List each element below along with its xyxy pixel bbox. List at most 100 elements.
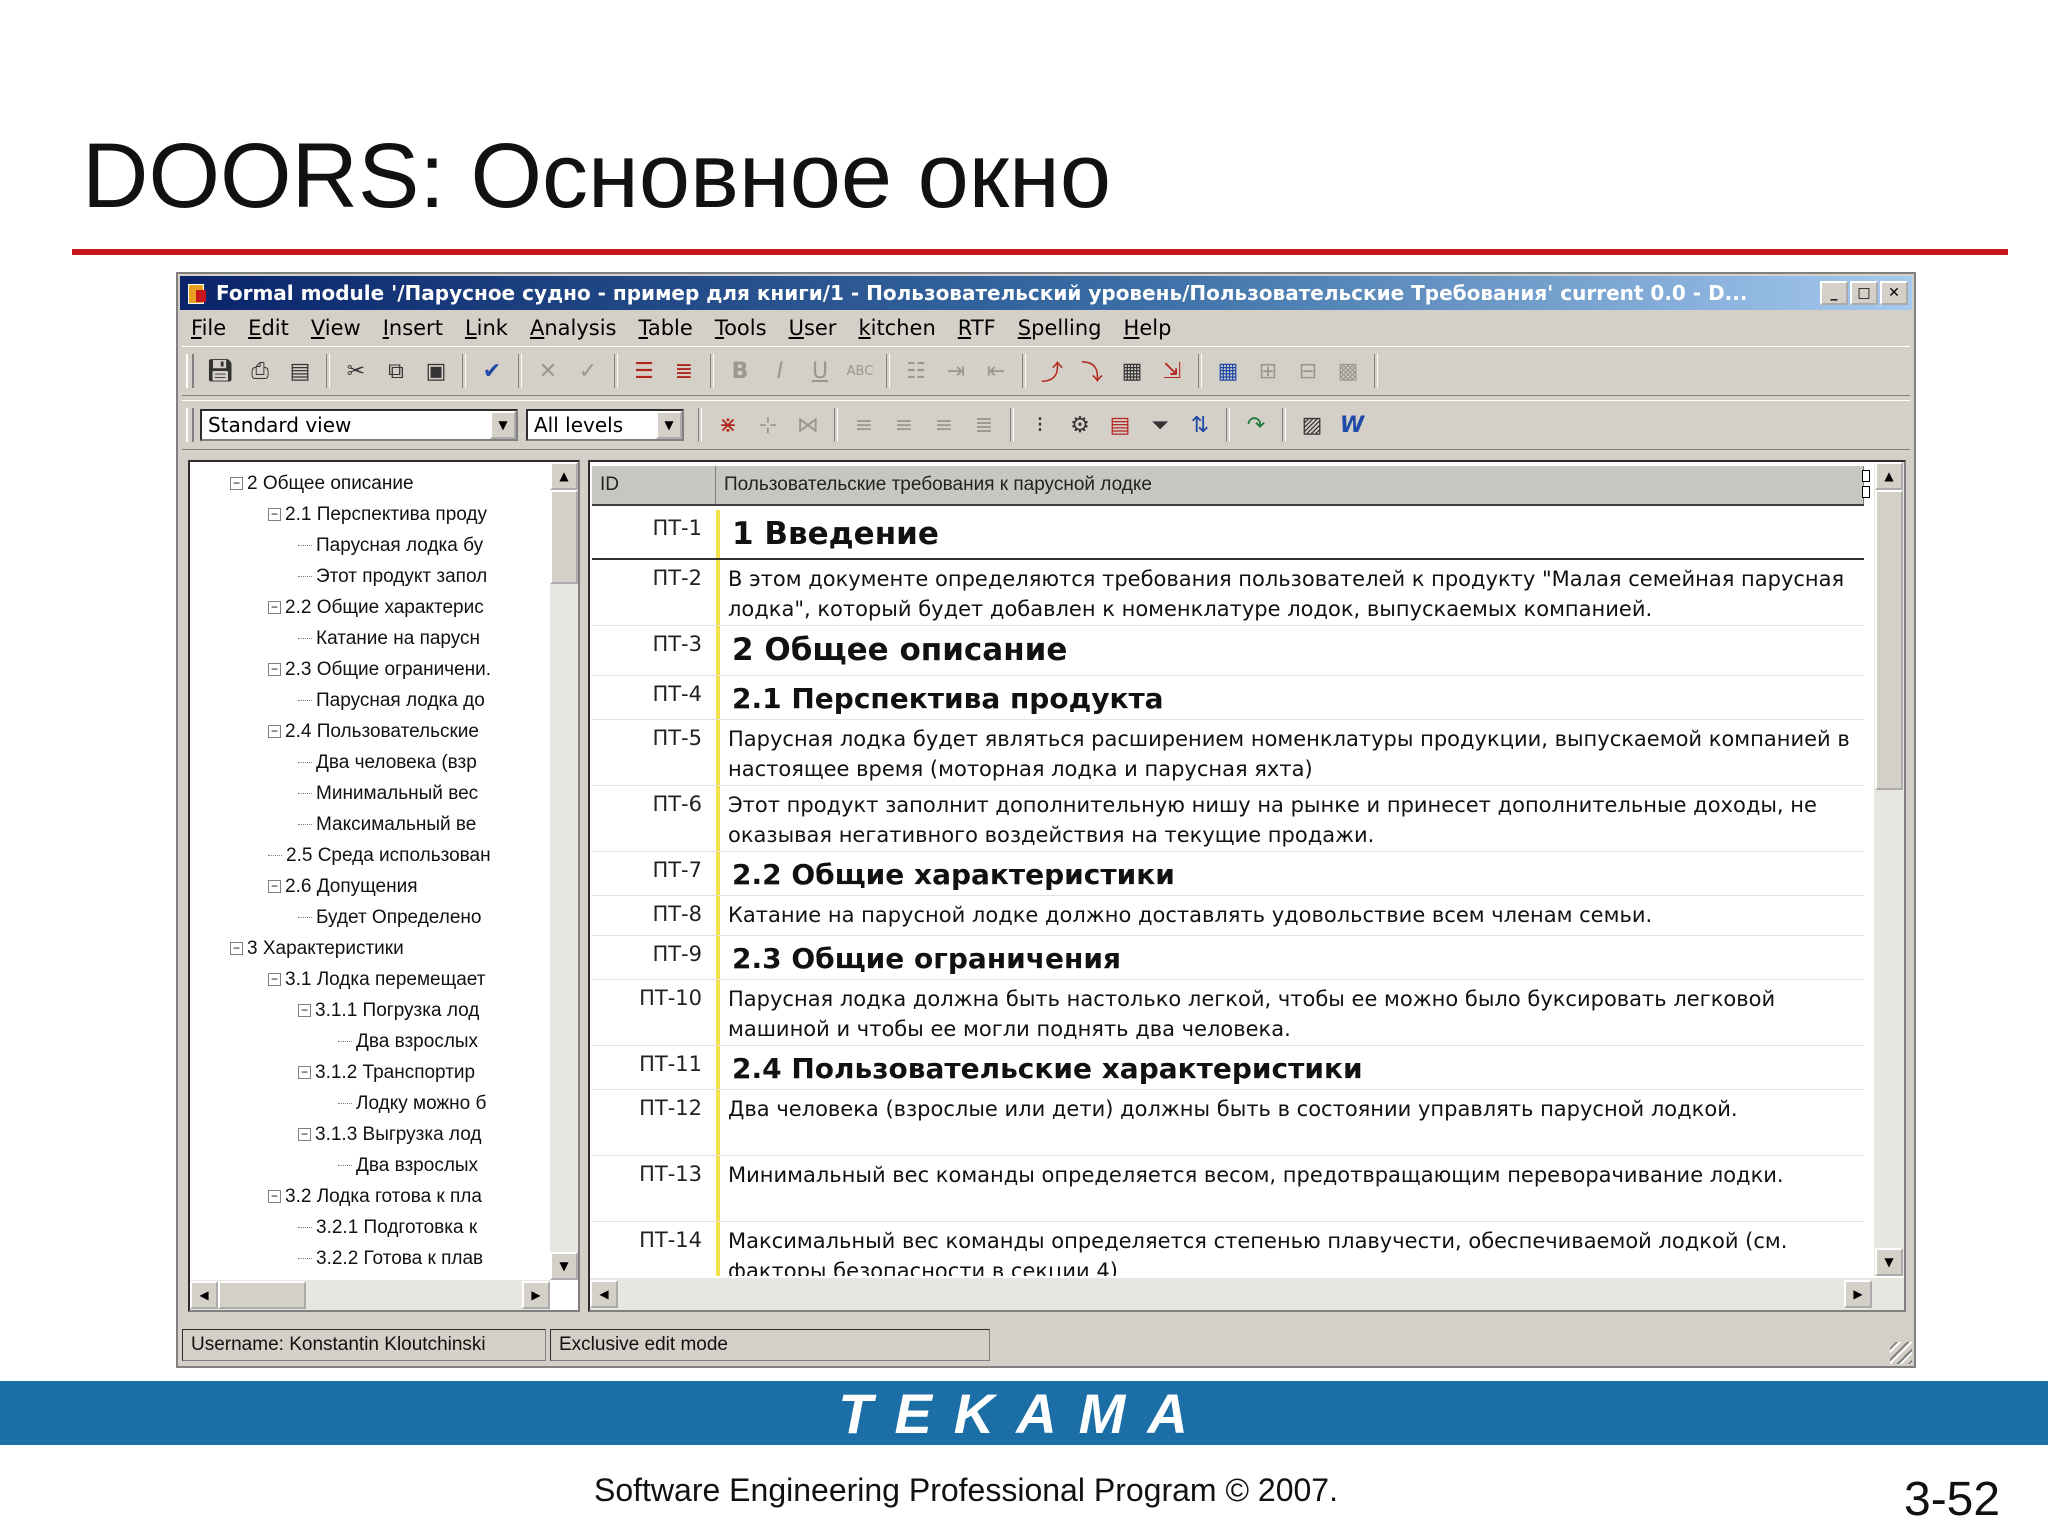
chevron-down-icon[interactable]: ▼ — [656, 411, 682, 439]
align-left-icon[interactable]: ≡ — [847, 408, 881, 442]
requirement-heading[interactable]: 1 Введение — [716, 510, 1864, 558]
tree-item[interactable]: Два взрослых — [338, 1150, 478, 1181]
tree-item[interactable]: −3 Характеристики — [230, 933, 404, 964]
print-icon[interactable]: ⎙ — [243, 354, 277, 388]
tree-item[interactable]: −2.4 Пользовательские — [268, 716, 479, 747]
tree-item[interactable]: Лодку можно б — [338, 1088, 486, 1119]
module-explorer-tree[interactable]: −2 Общее описание −2.1 Перспектива проду П… — [188, 460, 580, 1312]
insert-below-icon[interactable]: ≣ — [667, 354, 701, 388]
spellcheck-icon[interactable]: ✔ — [475, 354, 509, 388]
scroll-right-icon[interactable]: ▶ — [522, 1281, 550, 1309]
show-links-icon[interactable]: ⊹ — [751, 408, 785, 442]
tree-collapse-icon[interactable]: − — [268, 663, 281, 676]
tree-item[interactable]: 2.5 Среда использован — [268, 840, 491, 871]
table-icon[interactable]: ▦ — [1211, 354, 1245, 388]
scroll-right-icon[interactable]: ▶ — [1844, 1280, 1872, 1308]
requirement-text[interactable]: Парусная лодка должна быть настолько лег… — [716, 980, 1864, 1045]
tree-collapse-icon[interactable]: − — [298, 1004, 311, 1017]
grid-horizontal-scrollbar[interactable]: ◀ ▶ — [590, 1278, 1904, 1310]
minimize-button[interactable]: _ — [1820, 281, 1848, 305]
requirement-heading[interactable]: 2.4 Пользовательские характеристики — [716, 1046, 1864, 1089]
column-header-id[interactable]: ID — [592, 466, 716, 504]
resize-grip[interactable] — [1890, 1342, 1912, 1364]
grid-scroll-thumb[interactable] — [1875, 490, 1903, 790]
copy-icon[interactable]: ⧉ — [379, 354, 413, 388]
tree-collapse-icon[interactable]: − — [268, 1190, 281, 1203]
hide-links-icon[interactable]: ⋈ — [791, 408, 825, 442]
graphics-icon[interactable]: ⚙ — [1063, 408, 1097, 442]
save-icon[interactable]: 💾︎ — [203, 354, 237, 388]
tree-collapse-icon[interactable]: − — [230, 942, 243, 955]
column-header-requirements[interactable]: Пользовательские требования к парусной л… — [716, 466, 1864, 504]
menu-insert[interactable]: Insert — [372, 316, 454, 340]
requirement-text[interactable]: Парусная лодка будет являться расширение… — [716, 720, 1864, 785]
menu-link[interactable]: Link — [454, 316, 519, 340]
italic-icon[interactable]: I — [763, 354, 797, 388]
indent-icon[interactable]: ⇥ — [939, 354, 973, 388]
scroll-up-icon[interactable]: ▲ — [550, 462, 578, 490]
requirement-text[interactable]: Катание на парусной лодке должно доставл… — [716, 896, 1864, 935]
requirement-row[interactable]: ПТ-3 2 Общее описание — [592, 626, 1864, 676]
menu-table[interactable]: Table — [628, 316, 704, 340]
tree-collapse-icon[interactable]: − — [298, 1128, 311, 1141]
scroll-down-icon[interactable]: ▼ — [1875, 1248, 1903, 1276]
filter-out-icon[interactable]: ⋇ — [711, 408, 745, 442]
tree-item[interactable]: Парусная лодка бу — [298, 530, 483, 561]
requirement-heading[interactable]: 2 Общее описание — [716, 626, 1864, 675]
tree-item[interactable]: −3.1.1 Погрузка лод — [298, 995, 479, 1026]
tree-collapse-icon[interactable]: − — [268, 725, 281, 738]
chevron-down-icon[interactable]: ▼ — [490, 411, 516, 439]
requirement-row[interactable]: ПТ-14 Максимальный вес команды определяет… — [592, 1222, 1864, 1276]
requirement-heading[interactable]: 2.1 Перспектива продукта — [716, 676, 1864, 719]
scroll-down-icon[interactable]: ▼ — [550, 1252, 578, 1280]
outdent-icon[interactable]: ⇤ — [979, 354, 1013, 388]
link-end-icon[interactable]: ⤵ — [1075, 354, 1109, 388]
sort-icon[interactable]: ▤ — [1103, 408, 1137, 442]
tree-collapse-icon[interactable]: − — [268, 601, 281, 614]
requirement-text[interactable]: В этом документе определяются требования… — [716, 560, 1864, 625]
cut-icon[interactable]: ✂ — [339, 354, 373, 388]
menu-file[interactable]: File — [180, 316, 237, 340]
bold-icon[interactable]: B — [723, 354, 757, 388]
requirement-text[interactable]: Этот продукт заполнит дополнительную ниш… — [716, 786, 1864, 851]
requirement-text[interactable]: Два человека (взрослые или дети) должны … — [716, 1090, 1864, 1155]
menu-rtf[interactable]: RTF — [947, 316, 1007, 340]
requirement-row[interactable]: ПТ-7 2.2 Общие характеристики — [592, 852, 1864, 896]
align-justify-icon[interactable]: ≣ — [967, 408, 1001, 442]
insert-heading-icon[interactable]: ☰ — [627, 354, 661, 388]
requirement-row[interactable]: ПТ-9 2.3 Общие ограничения — [592, 936, 1864, 980]
table-column-icon[interactable]: ⊟ — [1291, 354, 1325, 388]
requirement-heading[interactable]: 2.2 Общие характеристики — [716, 852, 1864, 895]
requirement-row[interactable]: ПТ-5 Парусная лодка будет являться расшир… — [592, 720, 1864, 786]
tree-item[interactable]: −3.1.3 Выгрузка лод — [298, 1119, 481, 1150]
word-export-icon[interactable]: ▨ — [1295, 408, 1329, 442]
menu-tools[interactable]: Tools — [704, 316, 778, 340]
requirement-row[interactable]: ПТ-1 1 Введение — [592, 510, 1864, 560]
tree-item[interactable]: Будет Определено — [298, 902, 481, 933]
bullets-icon[interactable]: ☷ — [899, 354, 933, 388]
toolbar-grip[interactable] — [186, 408, 194, 442]
scroll-left-icon[interactable]: ◀ — [190, 1281, 218, 1309]
strikethrough-icon[interactable]: ABC — [843, 354, 877, 388]
properties-icon[interactable]: ▤ — [283, 354, 317, 388]
toolbar-grip[interactable] — [186, 354, 194, 388]
outline-icon[interactable]: ⁝ — [1023, 408, 1057, 442]
delete-icon[interactable]: ✕ — [531, 354, 565, 388]
tree-collapse-icon[interactable]: − — [230, 477, 243, 490]
filter-icon[interactable]: ⏷ — [1143, 408, 1177, 442]
requirement-row[interactable]: ПТ-6 Этот продукт заполнит дополнительную… — [592, 786, 1864, 852]
tree-item[interactable]: Этот продукт запол — [298, 561, 487, 592]
tree-item[interactable]: 3.2.1 Подготовка к — [298, 1212, 477, 1243]
requirement-row[interactable]: ПТ-2 В этом документе определяются требов… — [592, 560, 1864, 626]
maximize-button[interactable]: □ — [1850, 281, 1878, 305]
tree-hscroll-thumb[interactable] — [218, 1281, 306, 1309]
menu-edit[interactable]: Edit — [237, 316, 300, 340]
menu-user[interactable]: User — [778, 316, 848, 340]
tree-item[interactable]: −2.1 Перспектива проду — [268, 499, 487, 530]
menu-view[interactable]: View — [300, 316, 372, 340]
tree-collapse-icon[interactable]: − — [268, 508, 281, 521]
menu-spelling[interactable]: Spelling — [1007, 316, 1113, 340]
tree-item[interactable]: Два взрослых — [338, 1026, 478, 1057]
tree-item[interactable]: −3.1.2 Транспортир — [298, 1057, 475, 1088]
requirement-row[interactable]: ПТ-13 Минимальный вес команды определяетс… — [592, 1156, 1864, 1222]
